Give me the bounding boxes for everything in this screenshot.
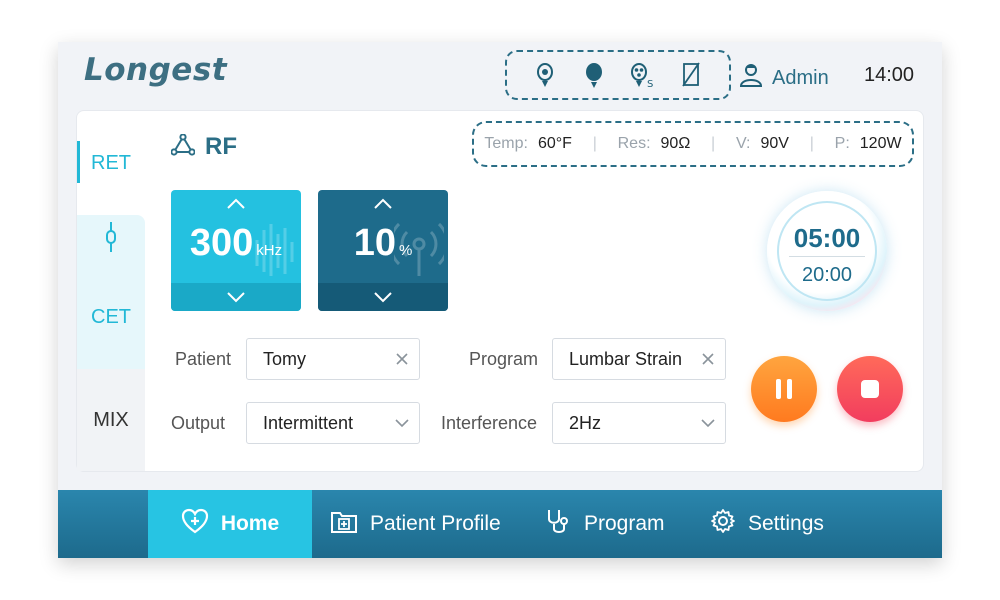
timer-total: 20:00 xyxy=(801,264,853,286)
clear-program-button[interactable] xyxy=(701,352,715,366)
frequency-unit: kHz xyxy=(256,242,283,259)
tab-cet[interactable]: CET xyxy=(77,265,145,369)
nav-home[interactable]: Home xyxy=(148,490,312,558)
power-unit: % xyxy=(398,242,413,259)
close-icon xyxy=(702,353,714,365)
frequency-increase-button[interactable] xyxy=(171,190,301,218)
interference-dropdown-toggle[interactable] xyxy=(701,418,715,428)
device-screen: Longest S Admin 14:00 RET CET MIX RF Tem… xyxy=(58,42,942,558)
output-value: Intermittent xyxy=(263,412,354,433)
readout-separator: | xyxy=(711,135,716,152)
main-panel: RET CET MIX RF Temp: 60°F | Res: 90Ω | V: 9… xyxy=(76,110,924,472)
nav-program[interactable]: Program xyxy=(544,490,665,558)
readout-separator: | xyxy=(809,135,814,152)
treatment-timer: 05:00 20:00 xyxy=(767,191,887,311)
chevron-up-icon xyxy=(374,198,392,209)
frequency-display: 300 kHz xyxy=(171,222,301,278)
output-select[interactable]: Intermittent xyxy=(246,402,420,444)
clear-patient-button[interactable] xyxy=(395,352,409,366)
readout-separator: | xyxy=(592,135,597,152)
electrode-solid-icon xyxy=(580,60,608,90)
power-value: 10 xyxy=(353,222,396,264)
interference-select[interactable]: 2Hz xyxy=(552,402,726,444)
pause-button[interactable] xyxy=(751,356,817,422)
electrode-small-label: S xyxy=(647,79,653,89)
program-field[interactable]: Lumbar Strain xyxy=(552,338,726,380)
folder-medical-icon xyxy=(330,508,358,540)
power-decrease-button[interactable] xyxy=(318,283,448,311)
readout-value: 120W xyxy=(859,135,902,152)
readout-temp: Temp: 60°F xyxy=(484,135,572,152)
tab-ret[interactable]: RET xyxy=(77,111,145,215)
readout-value: 90Ω xyxy=(660,135,691,152)
close-icon xyxy=(396,353,408,365)
power-increase-button[interactable] xyxy=(318,190,448,218)
readout-power: P: 120W xyxy=(834,135,902,152)
readout-value: 90V xyxy=(760,135,789,152)
nav-program-label: Program xyxy=(584,512,665,535)
frequency-control: 300 kHz xyxy=(171,190,301,311)
chevron-down-icon xyxy=(701,419,715,428)
chevron-down-icon xyxy=(374,292,392,303)
pause-icon xyxy=(776,379,792,399)
nav-settings[interactable]: Settings xyxy=(710,490,824,558)
stop-icon xyxy=(861,380,879,398)
stop-button[interactable] xyxy=(837,356,903,422)
doctor-icon xyxy=(738,62,764,94)
nav-patient-profile-label: Patient Profile xyxy=(370,512,501,535)
patient-field[interactable]: Tomy xyxy=(246,338,420,380)
cable-link-icon xyxy=(103,222,119,258)
clock: 14:00 xyxy=(864,64,915,86)
patient-value: Tomy xyxy=(263,348,307,369)
interference-value: 2Hz xyxy=(569,412,602,433)
stethoscope-icon xyxy=(544,507,572,541)
patient-label: Patient xyxy=(175,349,232,369)
chevron-down-icon xyxy=(227,292,245,303)
readout-label: Temp xyxy=(484,135,524,152)
nav-patient-profile[interactable]: Patient Profile xyxy=(330,490,501,558)
frequency-decrease-button[interactable] xyxy=(171,283,301,311)
user-name: Admin xyxy=(772,66,829,89)
readout-voltage: V: 90V xyxy=(735,135,789,152)
readout-label: P xyxy=(834,135,846,152)
nav-settings-label: Settings xyxy=(748,512,824,535)
brand-logo: Longest xyxy=(84,52,228,88)
readout-res: Res: 90Ω xyxy=(617,135,691,152)
chevron-up-icon xyxy=(227,198,245,209)
power-display: 10 % xyxy=(318,222,448,278)
electrode-small-icon: S xyxy=(628,60,656,90)
chevron-down-icon xyxy=(395,419,409,428)
readout-label: Res xyxy=(617,135,647,152)
parameter-readout: Temp: 60°F | Res: 90Ω | V: 90V | P: 120W xyxy=(472,121,914,167)
nav-home-label: Home xyxy=(220,512,280,535)
power-control: 10 % xyxy=(318,190,448,311)
output-label: Output xyxy=(171,413,226,433)
electrode-status-panel: S xyxy=(505,50,731,100)
interference-label: Interference xyxy=(441,413,538,433)
mode-name: RF xyxy=(205,133,237,160)
electrode-pad-icon xyxy=(531,60,559,90)
output-dropdown-toggle[interactable] xyxy=(395,418,409,428)
timer-elapsed: 05:00 xyxy=(793,223,861,253)
readout-label: V xyxy=(735,135,747,152)
program-value: Lumbar Strain xyxy=(569,348,683,369)
program-label: Program xyxy=(469,349,539,369)
mode-tabs: RET CET MIX xyxy=(77,111,145,471)
mode-title: RF xyxy=(170,132,237,161)
frequency-value: 300 xyxy=(189,222,254,264)
bottom-navigation: Home Patient Profile Program Settings xyxy=(58,490,942,558)
tab-link[interactable] xyxy=(77,215,145,265)
timer-divider xyxy=(789,256,865,257)
gear-icon xyxy=(710,508,736,540)
disconnected-icon xyxy=(677,60,705,90)
rf-mode-icon xyxy=(170,132,196,161)
tab-mix[interactable]: MIX xyxy=(77,369,145,471)
user-account[interactable]: Admin xyxy=(738,62,829,94)
heart-plus-icon xyxy=(181,508,209,540)
readout-value: 60°F xyxy=(537,135,572,152)
